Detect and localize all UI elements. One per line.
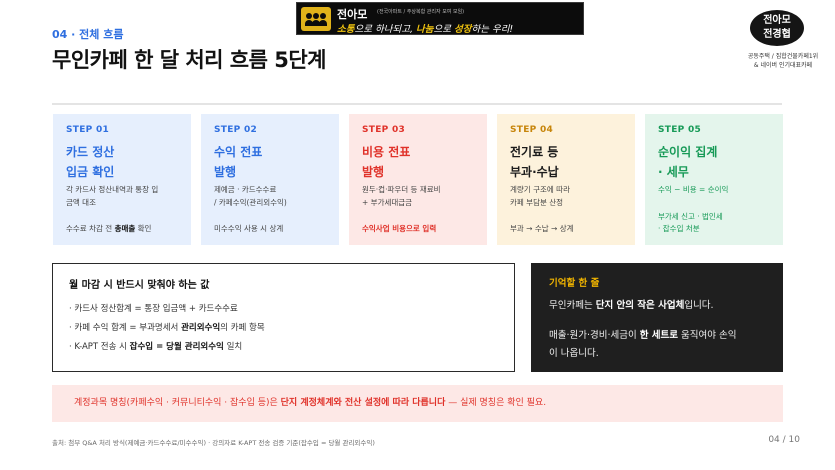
checklist-item: · K-APT 전송 시 잡수입 = 당월 관리외수익 일치 [69, 342, 243, 352]
key-takeaway-box: 기억할 한 줄 무인카페는 단지 안의 작은 사업체입니다. 매출·원가·경비·… [531, 263, 783, 372]
logo-line-2: 전경협 [763, 29, 791, 40]
month-end-checklist: 월 마감 시 반드시 맞춰야 하는 값 · 카드사 정산합계 = 통장 입금액 … [52, 263, 515, 372]
step-title: 카드 정산 입금 확인 [66, 145, 115, 179]
naming-warning-note: 계정과목 명칭(카페수익 · 커뮤니티수익 · 잡수입 등)은 단지 계정체계와… [52, 385, 783, 422]
step-label: STEP 05 [658, 125, 702, 135]
step-title: 수익 전표 발행 [214, 145, 263, 179]
step-label: STEP 04 [510, 125, 554, 135]
step-description: 수익 − 비용 = 순이익 [658, 185, 729, 194]
takeaway-line: 이 나옵니다. [549, 348, 599, 359]
step-card-5: STEP 05 순이익 집계 · 세무 수익 − 비용 = 순이익 부가세 신고… [645, 114, 783, 245]
step-title: 전기료 등 부과·수납 [510, 145, 559, 179]
process-steps: STEP 01 카드 정산 입금 확인 각 카드사 정산내역과 통장 입 금액 … [53, 114, 783, 245]
takeaway-line: 매출·원가·경비·세금이 한 세트로 움직여야 손익 [549, 330, 737, 341]
step-label: STEP 03 [362, 125, 406, 135]
step-label: STEP 01 [66, 125, 110, 135]
step-description: 계량기 구조에 따라 카페 부담분 산정 [510, 185, 570, 207]
step-title: 비용 전표 발행 [362, 145, 411, 179]
step-description: 원두·컵·파우더 등 재료비 + 부가세대급금 [362, 185, 441, 207]
step-footnote: 부과 → 수납 → 상계 [510, 224, 574, 233]
banner-slogan: 소통으로 하나되고, 나눔으로 성장하는 우리! [337, 24, 514, 35]
step-footnote: 부가세 신고 · 법인세 · 잡수입 처분 [658, 212, 723, 233]
organization-logo: 전아모 전경협 [750, 10, 804, 46]
section-eyebrow: 04 · 전체 흐름 [52, 28, 124, 41]
step-title: 순이익 집계 · 세무 [658, 145, 718, 179]
logo-line-1: 전아모 [763, 15, 791, 26]
step-card-1: STEP 01 카드 정산 입금 확인 각 카드사 정산내역과 통장 입 금액 … [53, 114, 191, 245]
step-label: STEP 02 [214, 125, 258, 135]
step-card-4: STEP 04 전기료 등 부과·수납 계량기 구조에 따라 카페 부담분 산정… [497, 114, 635, 245]
checklist-item: · 카페 수익 합계 = 부과명세서 관리외수익의 카페 항목 [69, 323, 265, 333]
step-description: 각 카드사 정산내역과 통장 입 금액 대조 [66, 185, 159, 207]
banner-name: 전아모 [337, 8, 368, 21]
step-footnote: 수익사업 비용으로 입력 [362, 224, 437, 233]
page-title: 무인카페 한 달 처리 흐름 5단계 [52, 48, 327, 72]
takeaway-line: 무인카페는 단지 안의 작은 사업체입니다. [549, 300, 714, 311]
header-divider [52, 103, 782, 105]
step-card-2: STEP 02 수익 전표 발행 제예금 · 카드수수료 / 카페수익(관리외수… [201, 114, 339, 245]
banner-subtitle: (전국아파트 / 주상복합 관리자 모여 모임) [377, 9, 465, 15]
step-description: 제예금 · 카드수수료 / 카페수익(관리외수익) [214, 185, 287, 207]
step-footnote: 수수료 차감 전 총매출 확인 [66, 224, 152, 233]
logo-tagline: 공동주택 / 집합건물카페1위 & 네이버 인기대표카페 [747, 53, 819, 69]
takeaway-title: 기억할 한 줄 [549, 278, 600, 289]
step-card-3: STEP 03 비용 전표 발행 원두·컵·파우더 등 재료비 + 부가세대급금… [349, 114, 487, 245]
page-number: 04 / 10 [768, 435, 800, 445]
people-group-icon [301, 7, 331, 31]
community-banner: 전아모 (전국아파트 / 주상복합 관리자 모여 모임) 소통으로 하나되고, … [296, 2, 584, 35]
checklist-title: 월 마감 시 반드시 맞춰야 하는 값 [69, 280, 210, 291]
source-citation: 출처: 첨부 Q&A 처리 방식(제예금·카드수수료/미수수익) · 강의자료 … [52, 439, 375, 447]
checklist-item: · 카드사 정산합계 = 통장 입금액 + 카드수수료 [69, 304, 238, 314]
step-footnote: 미수수익 사용 시 상계 [214, 224, 284, 233]
